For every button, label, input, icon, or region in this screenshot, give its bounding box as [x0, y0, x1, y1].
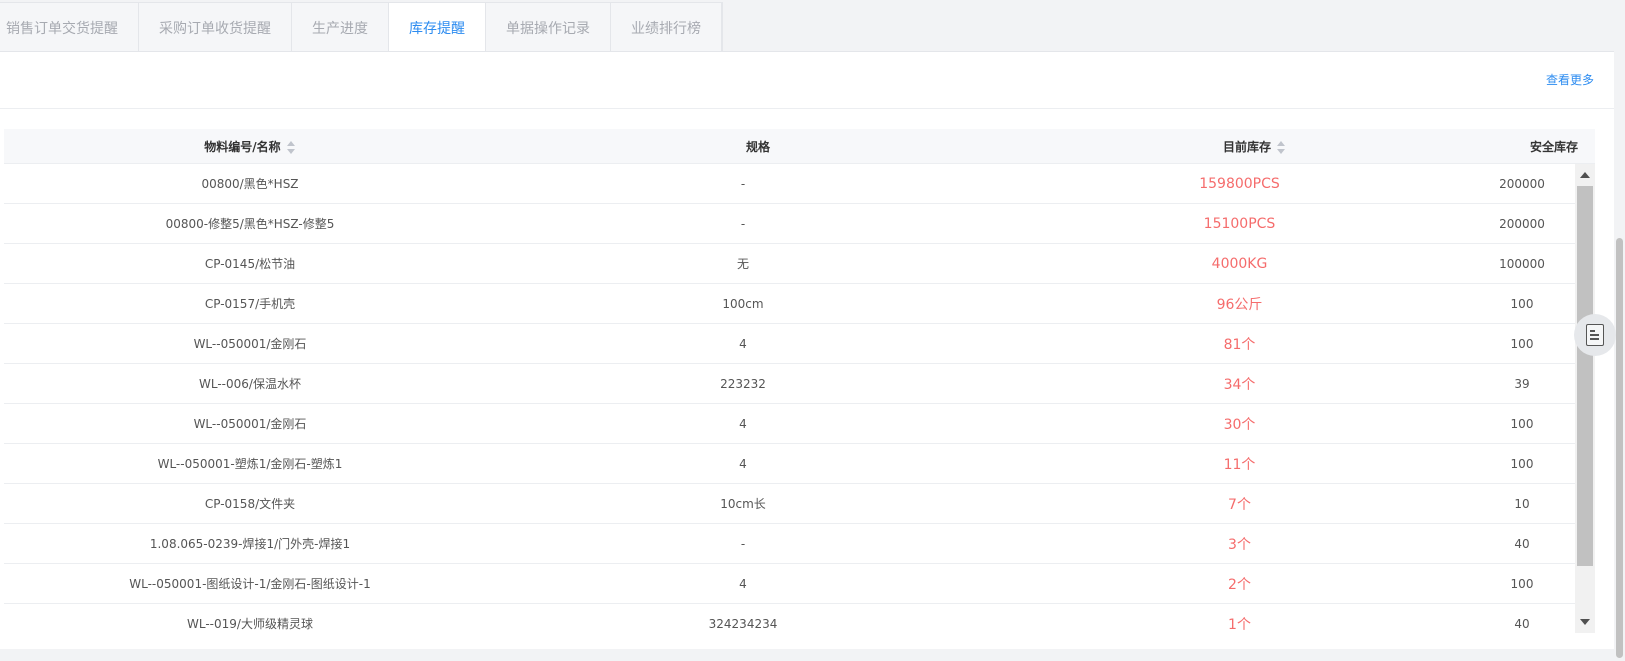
header-current-stock[interactable]: 目前库存: [990, 138, 1489, 155]
sort-caret-icon[interactable]: [1277, 140, 1286, 154]
table-row[interactable]: WL--050001-塑炼1/金刚石-塑炼1 4 11个 100: [4, 444, 1595, 484]
cell-spec: -: [740, 216, 746, 231]
inventory-panel: 查看更多 物料编号/名称 规格 目前库存 安全库存 00800/黑色*HSZ -…: [0, 51, 1614, 649]
cell-spec: 4: [739, 576, 747, 591]
cell-spec: 324234234: [708, 616, 778, 631]
cell-spec: 4: [739, 456, 747, 471]
page: 销售订单交货提醒 采购订单收货提醒 生产进度 库存提醒 单据操作记录 业绩排行榜…: [0, 0, 1625, 661]
table-scrollbar[interactable]: [1575, 164, 1595, 633]
tab-performance-ranking[interactable]: 业绩排行榜: [611, 3, 722, 53]
page-scroll-thumb[interactable]: [1616, 238, 1623, 658]
cell-current-stock: 4000KG: [1211, 255, 1268, 272]
table-row[interactable]: 00800-修整5/黑色*HSZ-修整5 - 15100PCS 200000: [4, 204, 1595, 244]
floating-document-button[interactable]: [1574, 314, 1616, 356]
table-scroll-thumb[interactable]: [1577, 186, 1593, 566]
table-row[interactable]: 1.08.065-0239-焊接1/门外壳-焊接1 - 3个 40: [4, 524, 1595, 564]
cell-spec: 无: [736, 257, 749, 271]
header-safety-stock: 安全库存: [1529, 139, 1578, 154]
tab-inventory-reminder[interactable]: 库存提醒: [389, 3, 486, 54]
tab-purchase-receipt-reminder[interactable]: 采购订单收货提醒: [139, 3, 292, 53]
cell-material: CP-0145/松节油: [204, 257, 296, 271]
cell-spec: 10cm长: [720, 497, 766, 511]
cell-material: WL--050001/金刚石: [193, 337, 307, 351]
scroll-up-arrow-icon[interactable]: [1580, 172, 1590, 178]
header-material[interactable]: 物料编号/名称: [4, 138, 496, 155]
cell-spec: -: [740, 176, 746, 191]
cell-material: WL--050001-图纸设计-1/金刚石-图纸设计-1: [129, 577, 371, 591]
cell-current-stock: 81个: [1223, 336, 1256, 353]
table-body: 00800/黑色*HSZ - 159800PCS 200000 00800-修整…: [4, 164, 1595, 633]
cell-material: WL--050001/金刚石: [193, 417, 307, 431]
panel-header: 查看更多: [0, 52, 1614, 109]
cell-material: CP-0157/手机壳: [204, 297, 296, 311]
tab-sales-delivery-reminder[interactable]: 销售订单交货提醒: [0, 3, 139, 53]
cell-current-stock: 3个: [1228, 536, 1251, 553]
table-row[interactable]: CP-0158/文件夹 10cm长 7个 10: [4, 484, 1595, 524]
cell-current-stock: 7个: [1228, 496, 1251, 513]
tab-bar: 销售订单交货提醒 采购订单收货提醒 生产进度 库存提醒 单据操作记录 业绩排行榜: [0, 2, 723, 54]
tab-document-operation-log[interactable]: 单据操作记录: [486, 3, 611, 53]
cell-spec: 4: [739, 416, 747, 431]
view-more-link[interactable]: 查看更多: [1546, 71, 1594, 88]
table-row[interactable]: WL--050001/金刚石 4 30个 100: [4, 404, 1595, 444]
table-row[interactable]: WL--019/大师级精灵球 324234234 1个 40: [4, 604, 1595, 633]
document-icon: [1586, 324, 1604, 346]
cell-material: 00800/黑色*HSZ: [201, 177, 299, 191]
header-spec: 规格: [745, 139, 770, 154]
table-header: 物料编号/名称 规格 目前库存 安全库存: [4, 129, 1595, 164]
table-row[interactable]: CP-0157/手机壳 100cm 96公斤 100: [4, 284, 1595, 324]
cell-material: CP-0158/文件夹: [204, 497, 296, 511]
cell-spec: 100cm: [722, 296, 764, 311]
table-row[interactable]: WL--050001-图纸设计-1/金刚石-图纸设计-1 4 2个 100: [4, 564, 1595, 604]
cell-spec: -: [740, 536, 746, 551]
cell-current-stock: 1个: [1228, 616, 1251, 633]
cell-material: WL--006/保温水杯: [199, 377, 301, 391]
scroll-down-arrow-icon[interactable]: [1580, 619, 1590, 625]
table-row[interactable]: 00800/黑色*HSZ - 159800PCS 200000: [4, 164, 1595, 204]
cell-spec: 4: [739, 336, 747, 351]
cell-spec: 223232: [720, 376, 766, 391]
cell-current-stock: 2个: [1228, 576, 1251, 593]
tab-production-progress[interactable]: 生产进度: [292, 3, 389, 53]
table-row[interactable]: WL--006/保温水杯 223232 34个 39: [4, 364, 1595, 404]
cell-current-stock: 34个: [1223, 376, 1256, 393]
cell-current-stock: 30个: [1223, 416, 1256, 433]
inventory-table: 物料编号/名称 规格 目前库存 安全库存 00800/黑色*HSZ - 1598…: [4, 129, 1595, 633]
table-row[interactable]: WL--050001/金刚石 4 81个 100: [4, 324, 1595, 364]
cell-current-stock: 96公斤: [1216, 296, 1263, 313]
cell-current-stock: 159800PCS: [1199, 175, 1280, 192]
cell-current-stock: 15100PCS: [1203, 215, 1276, 232]
cell-material: WL--019/大师级精灵球: [187, 617, 313, 631]
sort-caret-icon[interactable]: [286, 140, 296, 154]
cell-current-stock: 11个: [1223, 456, 1256, 473]
table-row[interactable]: CP-0145/松节油 无 4000KG 100000: [4, 244, 1595, 284]
cell-material: 1.08.065-0239-焊接1/门外壳-焊接1: [149, 537, 351, 551]
cell-material: 00800-修整5/黑色*HSZ-修整5: [165, 217, 335, 231]
cell-material: WL--050001-塑炼1/金刚石-塑炼1: [157, 457, 343, 471]
